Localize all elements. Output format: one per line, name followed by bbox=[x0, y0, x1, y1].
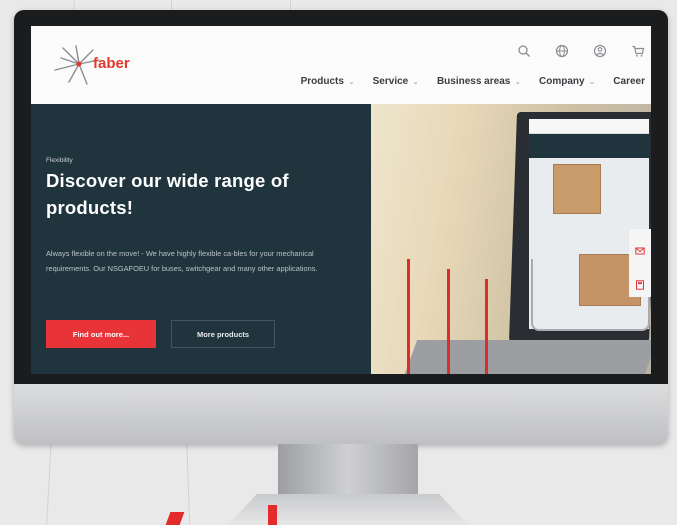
nav-item-label: Career bbox=[613, 76, 645, 87]
chevron-down-icon: ⌄ bbox=[347, 77, 355, 86]
header-icons bbox=[517, 43, 645, 58]
nav-item-label: Business areas bbox=[436, 76, 511, 87]
site-header: faber Products ⌄ Service ⌄ Business area… bbox=[31, 26, 651, 104]
brand-name: faber bbox=[93, 55, 130, 72]
chevron-down-icon: ⌄ bbox=[412, 77, 419, 86]
search-icon[interactable] bbox=[517, 43, 531, 57]
laptop-screen-banner bbox=[529, 134, 649, 158]
decorative-red-mark bbox=[268, 505, 277, 525]
nav-item-business-areas[interactable]: Business areas ⌄ bbox=[437, 76, 521, 87]
package-box-image bbox=[553, 164, 601, 214]
red-cable-image bbox=[447, 269, 450, 374]
nav-item-label: Service bbox=[372, 76, 409, 87]
nav-item-career[interactable]: Career bbox=[613, 76, 645, 87]
red-cable-image bbox=[485, 279, 488, 374]
chevron-down-icon: ⌄ bbox=[514, 77, 522, 86]
mail-icon[interactable] bbox=[635, 241, 645, 255]
hero-text-panel: Flexibility Discover our wide range of p… bbox=[31, 104, 371, 374]
nav-item-products[interactable]: Products ⌄ bbox=[301, 76, 355, 87]
browser-screen: faber Products ⌄ Service ⌄ Business area… bbox=[31, 26, 651, 374]
hero-body-text: Always flexible on the move! - We have h… bbox=[46, 249, 318, 273]
account-icon[interactable] bbox=[593, 43, 607, 58]
laptop-screen-header bbox=[529, 119, 649, 134]
calculator-icon[interactable] bbox=[635, 275, 645, 290]
main-nav: Products ⌄ Service ⌄ Business areas ⌄ Co… bbox=[301, 76, 645, 87]
nav-item-label: Products bbox=[300, 76, 344, 87]
monitor-stand-neck bbox=[278, 444, 418, 496]
decorative-red-mark bbox=[165, 512, 185, 525]
hero-headline: Discover our wide range of products! bbox=[46, 170, 289, 218]
monitor-stand-foot bbox=[228, 494, 468, 525]
monitor-chin bbox=[14, 384, 668, 444]
more-products-button[interactable]: More products bbox=[171, 320, 275, 348]
nav-item-service[interactable]: Service ⌄ bbox=[373, 76, 419, 87]
keyboard-image bbox=[404, 340, 651, 374]
globe-icon[interactable] bbox=[555, 43, 569, 58]
chevron-down-icon: ⌄ bbox=[588, 77, 596, 86]
find-out-more-button[interactable]: Find out more... bbox=[46, 320, 156, 348]
side-contact-tab bbox=[629, 229, 651, 297]
red-cable-image bbox=[407, 259, 410, 374]
hero-banner: Flexibility Discover our wide range of p… bbox=[31, 104, 651, 374]
cart-icon[interactable] bbox=[631, 43, 645, 57]
nav-item-label: Company bbox=[539, 76, 585, 87]
nav-item-company[interactable]: Company ⌄ bbox=[539, 76, 595, 87]
hero-kicker: Flexibility bbox=[46, 157, 73, 164]
